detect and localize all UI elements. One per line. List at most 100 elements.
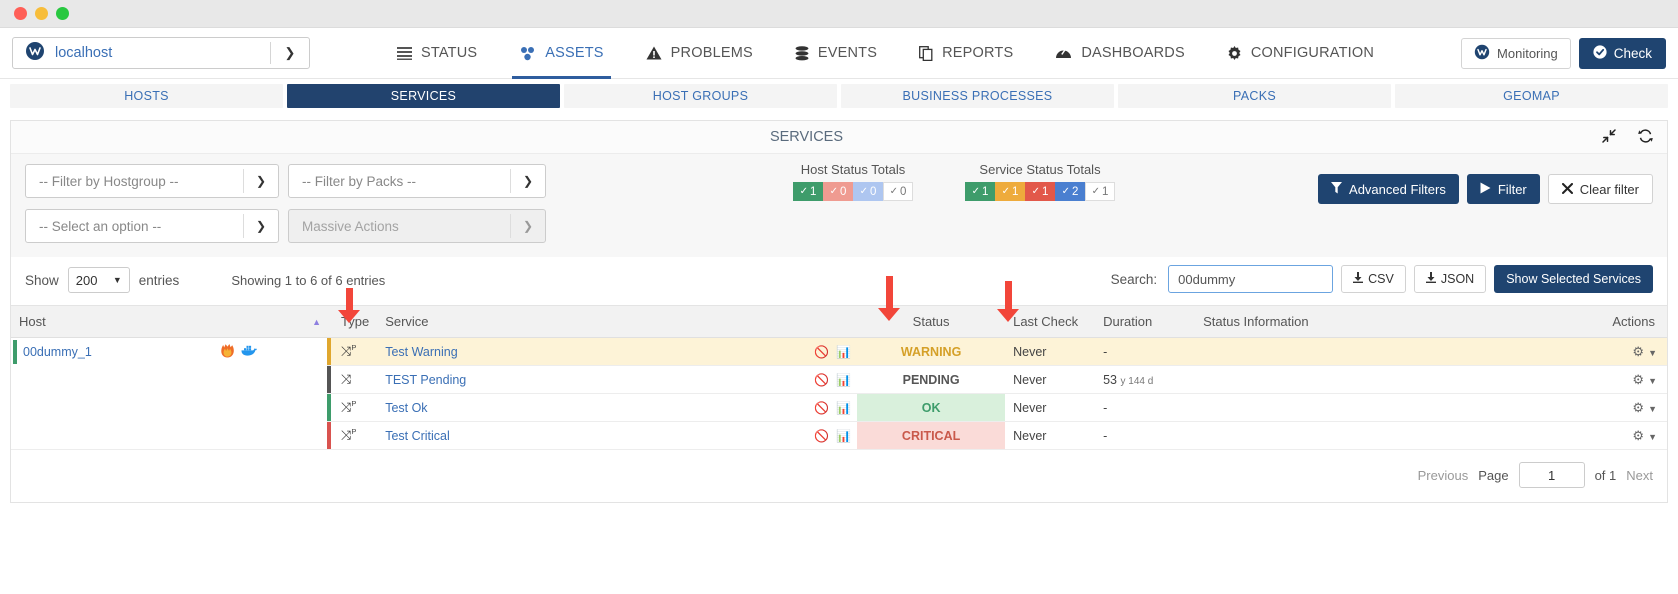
status-information-value xyxy=(1195,421,1507,450)
gear-icon[interactable]: ⚙ xyxy=(1632,344,1644,359)
w-logo-icon xyxy=(1474,44,1490,63)
massive-actions-select[interactable]: Massive Actions ❯ xyxy=(288,209,546,243)
option-select[interactable]: -- Select an option -- ❯ xyxy=(25,209,279,243)
eye-slash-icon[interactable]: 🚫 xyxy=(814,345,829,359)
host-name-link[interactable]: 00dummy_1 xyxy=(23,345,92,359)
page-label: Page xyxy=(1478,467,1509,483)
page-length-value: 200 xyxy=(75,272,98,288)
service-name-link[interactable]: Test Warning xyxy=(377,337,808,366)
service-total-unknown[interactable]: ✓ 2 xyxy=(1055,182,1085,201)
subtab-services[interactable]: SERVICES xyxy=(287,84,560,108)
docker-icon[interactable] xyxy=(241,343,257,361)
chart-icon[interactable]: 📊 xyxy=(836,401,851,415)
next-page-button[interactable]: Next xyxy=(1626,468,1653,483)
previous-page-button[interactable]: Previous xyxy=(1418,468,1469,483)
search-label: Search: xyxy=(1110,271,1158,287)
chevron-down-icon[interactable]: ❯ xyxy=(244,219,278,233)
subtab-business-processes[interactable]: BUSINESS PROCESSES xyxy=(841,84,1114,108)
service-status-bar xyxy=(327,366,331,393)
service-name-link[interactable]: TEST Pending xyxy=(377,365,808,394)
duration-value: - xyxy=(1095,421,1196,450)
show-selected-services-button[interactable]: Show Selected Services xyxy=(1494,265,1653,293)
chevron-down-icon[interactable]: ❯ xyxy=(271,45,309,61)
column-service[interactable]: Service xyxy=(377,305,808,338)
service-total-warning[interactable]: ✓ 1 xyxy=(995,182,1025,201)
eye-slash-icon[interactable]: 🚫 xyxy=(814,373,829,387)
table-row[interactable]: 00dummy_1 ⤨P Test Warning 🚫 📊 WARNING Ne… xyxy=(11,337,1667,450)
nav-item-configuration[interactable]: CONFIGURATION xyxy=(1206,28,1395,79)
eye-slash-icon[interactable]: 🚫 xyxy=(814,401,829,415)
chip-value: 0 xyxy=(899,185,907,198)
funnel-icon xyxy=(1331,181,1343,197)
service-name-link[interactable]: Test Critical xyxy=(377,421,808,450)
chevron-down-icon[interactable]: ▼ xyxy=(1648,348,1657,358)
service-total-ok[interactable]: ✓ 1 xyxy=(965,182,995,201)
chevron-down-icon[interactable]: ❯ xyxy=(511,219,545,233)
service-status-bar xyxy=(327,422,331,449)
column-status[interactable]: Status xyxy=(857,305,1006,338)
collapse-icon[interactable] xyxy=(1602,129,1616,145)
chevron-down-icon[interactable]: ❯ xyxy=(511,174,545,188)
nav-item-problems[interactable]: PROBLEMS xyxy=(625,28,774,79)
json-export-button[interactable]: JSON xyxy=(1413,265,1487,293)
host-total-unreach[interactable]: ✓ 0 xyxy=(853,182,883,201)
nav-item-events[interactable]: EVENTS xyxy=(774,28,898,79)
gear-icon[interactable]: ⚙ xyxy=(1632,428,1644,443)
advanced-filters-button[interactable]: Advanced Filters xyxy=(1318,174,1459,204)
chevron-down-icon[interactable]: ▼ xyxy=(1648,376,1657,386)
clear-filter-button[interactable]: Clear filter xyxy=(1547,174,1653,204)
service-name-link[interactable]: Test Ok xyxy=(377,393,808,422)
chart-icon[interactable]: 📊 xyxy=(836,429,851,443)
window-minimize-button[interactable] xyxy=(35,7,48,20)
host-selector[interactable]: localhost ❯ xyxy=(12,37,310,69)
gear-icon[interactable]: ⚙ xyxy=(1632,372,1644,387)
refresh-icon[interactable] xyxy=(1638,129,1653,145)
column-type[interactable]: Type xyxy=(327,305,378,338)
filter-button[interactable]: Filter xyxy=(1466,174,1540,204)
subtab-hosts[interactable]: HOSTS xyxy=(10,84,283,108)
page-number-input[interactable] xyxy=(1518,462,1585,488)
host-total-down[interactable]: ✓ 0 xyxy=(823,182,853,201)
column-duration[interactable]: Duration xyxy=(1095,305,1196,338)
host-total-up[interactable]: ✓ 1 xyxy=(793,182,823,201)
host-selector-value: localhost xyxy=(55,45,113,61)
service-total-pending[interactable]: ✓ 1 xyxy=(1085,182,1115,201)
subtab-host-groups[interactable]: HOST GROUPS xyxy=(564,84,837,108)
chip-value: 1 xyxy=(809,185,817,198)
window-titlebar xyxy=(0,0,1678,28)
gear-icon[interactable]: ⚙ xyxy=(1632,400,1644,415)
chevron-down-icon[interactable]: ▼ xyxy=(1648,404,1657,414)
nav-item-assets[interactable]: ASSETS xyxy=(498,28,624,79)
nav-item-dashboards[interactable]: DASHBOARDS xyxy=(1034,28,1206,79)
shuffle-icon: ⤨ xyxy=(341,371,352,387)
column-host[interactable]: Host ▲ xyxy=(11,305,327,338)
csv-export-button[interactable]: CSV xyxy=(1341,265,1406,293)
window-maximize-button[interactable] xyxy=(56,7,69,20)
main-nav-items: STATUS ASSETS PROBLEMS EVENTS REPORTS DA… xyxy=(310,28,1461,79)
hostgroup-filter-select[interactable]: -- Filter by Hostgroup -- ❯ xyxy=(25,164,279,198)
chevron-down-icon[interactable]: ▼ xyxy=(1648,432,1657,442)
host-total-pending[interactable]: ✓ 0 xyxy=(883,182,913,201)
chevron-down-icon[interactable]: ❯ xyxy=(244,174,278,188)
search-input[interactable] xyxy=(1168,265,1334,293)
eye-slash-icon[interactable]: 🚫 xyxy=(814,429,829,443)
subtab-packs[interactable]: PACKS xyxy=(1118,84,1391,108)
column-status-information[interactable]: Status Information xyxy=(1195,305,1507,338)
service-total-critical[interactable]: ✓ 1 xyxy=(1025,182,1055,201)
nav-item-reports[interactable]: REPORTS xyxy=(898,28,1034,79)
firefox-icon[interactable] xyxy=(220,343,235,361)
chart-icon[interactable]: 📊 xyxy=(836,345,851,359)
check-button[interactable]: Check xyxy=(1578,37,1666,69)
monitoring-button[interactable]: Monitoring xyxy=(1461,37,1571,69)
packs-filter-select[interactable]: -- Filter by Packs -- ❯ xyxy=(288,164,546,198)
host-status-bar xyxy=(13,340,17,364)
page-length-select[interactable]: 200 ▼ xyxy=(67,267,130,293)
packs-filter-placeholder: -- Filter by Packs -- xyxy=(302,173,417,189)
service-type-cell: ⤨P xyxy=(327,421,378,450)
window-close-button[interactable] xyxy=(14,7,27,20)
nav-item-status[interactable]: STATUS xyxy=(376,28,498,79)
passive-indicator: P xyxy=(351,399,357,409)
chart-icon[interactable]: 📊 xyxy=(836,373,851,387)
subtab-geomap[interactable]: GEOMAP xyxy=(1395,84,1668,108)
column-last-check[interactable]: Last Check xyxy=(1005,305,1096,338)
